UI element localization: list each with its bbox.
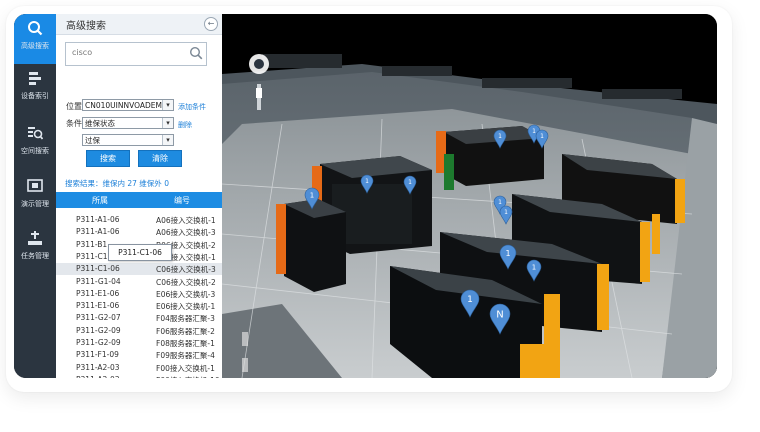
cell-code: F09服务器汇聚-4 xyxy=(156,351,215,361)
cell-code: F06服务器汇聚-2 xyxy=(156,326,215,336)
cell-owner: P311-E1-06 xyxy=(76,301,120,311)
column-header-code: 编号 xyxy=(174,196,190,205)
panel-title: 高级搜索 xyxy=(66,21,106,32)
presentation-icon xyxy=(27,179,43,192)
space-search-icon xyxy=(28,127,43,140)
rail-item-advanced-search[interactable]: 高级搜索 xyxy=(14,14,56,64)
pin-label: 1 xyxy=(498,133,502,140)
cell-owner: P311-G2-07 xyxy=(76,313,121,323)
search-button[interactable]: 搜索 xyxy=(86,150,130,167)
cell-owner: P311-A2-03 xyxy=(76,362,120,372)
search-input[interactable]: cisco xyxy=(65,42,207,66)
cell-owner: P311-A1-06 xyxy=(76,227,120,237)
search-icon xyxy=(28,21,43,36)
table-row[interactable]: P311-G2-09 F06服务器汇聚-2 xyxy=(56,325,222,337)
side-rail: 高级搜索 设备索引 空间搜索 演示管理 任务管理 xyxy=(14,14,56,378)
pin-label: 1 xyxy=(532,128,536,135)
table-row[interactable]: P311-A2-03 F00接入交换机-1 xyxy=(56,362,222,374)
cell-owner: P311-A2-03 xyxy=(76,375,120,378)
location-select-value: CN010UINNVOADEMO xyxy=(85,101,168,110)
status-select-value: 过保 xyxy=(85,136,100,145)
cell-code: E06接入交换机-3 xyxy=(156,289,216,299)
chevron-down-icon: ▾ xyxy=(162,135,173,145)
table-row[interactable]: P311-G2-07 F04服务器汇聚-3 xyxy=(56,312,222,324)
pin-label: 1 xyxy=(467,295,473,305)
app-window: 高级搜索 设备索引 空间搜索 演示管理 任务管理 高级搜索 ← cisco 位置 xyxy=(14,14,717,378)
cell-owner: P311-A1-06 xyxy=(76,215,120,224)
row-tooltip: P311-C1-06 xyxy=(108,244,172,261)
pin-label: 1 xyxy=(498,199,502,206)
search-icon[interactable] xyxy=(189,46,203,60)
column-header-owner: 所属 xyxy=(92,196,108,205)
table-row[interactable]: P311-E1-06 E06接入交换机-3 xyxy=(56,288,222,300)
condition-select-value: 维保状态 xyxy=(85,119,115,128)
clear-button[interactable]: 清除 xyxy=(138,150,182,167)
cell-code: E06接入交换机-1 xyxy=(156,302,216,312)
pin-label: 1 xyxy=(504,209,508,216)
rail-item-space-search[interactable]: 空间搜索 xyxy=(14,119,56,169)
cell-owner: P311-C1-06 xyxy=(76,264,120,274)
rail-item-label: 空间搜索 xyxy=(21,147,49,155)
results-table-header: 所属 编号 xyxy=(56,192,222,208)
delete-condition-link[interactable]: 删除 xyxy=(178,120,192,130)
rail-item-presentation[interactable]: 演示管理 xyxy=(14,172,56,222)
cell-owner: P311-C1 xyxy=(76,251,108,261)
cell-code: F00接入交换机-10 xyxy=(156,375,220,378)
pin-label: 1 xyxy=(365,178,369,185)
cell-code: A06接入交换机-3 xyxy=(156,228,216,238)
cell-code: A06接入交换机-1 xyxy=(156,216,216,225)
status-select[interactable]: 过保 ▾ xyxy=(82,134,174,146)
add-condition-link[interactable]: 添加条件 xyxy=(178,102,206,112)
advanced-search-panel: 高级搜索 ← cisco 位置 CN010UINNVOADEMO ▾ 添加条件 … xyxy=(56,14,223,378)
cell-code: F04服务器汇聚-3 xyxy=(156,314,215,324)
cell-owner: P311-B1 xyxy=(76,239,108,249)
search-input-value: cisco xyxy=(72,48,93,57)
arrow-left-icon: ← xyxy=(207,19,215,28)
cell-owner: P311-G2-09 xyxy=(76,338,121,347)
cell-code: C06接入交换机-3 xyxy=(156,265,216,275)
table-row[interactable]: P311-E1-06 E06接入交换机-1 xyxy=(56,300,222,312)
table-row[interactable]: P311-A2-03 F00接入交换机-10 xyxy=(56,374,222,378)
pin-label: 1 xyxy=(408,179,412,186)
table-row[interactable]: P311-A1-06 A06接入交换机-1 xyxy=(56,214,222,226)
cell-code: F00接入交换机-1 xyxy=(156,363,215,373)
cell-code: C06接入交换机-2 xyxy=(156,277,216,287)
collapse-panel-button[interactable]: ← xyxy=(204,17,218,31)
cell-owner: P311-F1-09 xyxy=(76,350,119,360)
pin-label: N xyxy=(496,310,503,321)
task-icon xyxy=(28,231,42,245)
table-row[interactable]: P311-A1-06 A06接入交换机-3 xyxy=(56,226,222,238)
rail-item-task[interactable]: 任务管理 xyxy=(14,224,56,274)
3d-datacenter-view[interactable]: 11111111111N xyxy=(222,14,717,378)
condition-select[interactable]: 维保状态 ▾ xyxy=(82,117,174,129)
3d-scene-canvas[interactable]: 11111111111N xyxy=(222,14,717,378)
pin-label: 1 xyxy=(532,263,536,271)
rail-item-label: 高级搜索 xyxy=(21,42,49,50)
table-row[interactable]: P311-C1-06 C06接入交换机-3 xyxy=(56,263,222,276)
pin-label: 1 xyxy=(505,249,510,258)
rail-item-label: 设备索引 xyxy=(21,92,49,100)
table-row[interactable]: P311-G2-09 F08服务器汇聚-1 xyxy=(56,337,222,349)
condition-label: 条件 xyxy=(66,119,82,128)
rail-item-device-index[interactable]: 设备索引 xyxy=(14,64,56,114)
device-index-icon xyxy=(29,72,41,85)
table-row[interactable]: P311-G1-04 C06接入交换机-2 xyxy=(56,276,222,288)
location-label: 位置 xyxy=(66,102,82,111)
cell-owner: P311-G2-09 xyxy=(76,325,121,335)
rail-item-label: 任务管理 xyxy=(21,252,49,260)
chevron-down-icon: ▾ xyxy=(162,100,173,110)
rail-item-label: 演示管理 xyxy=(21,200,49,208)
rack-green-marker xyxy=(444,154,454,190)
location-select[interactable]: CN010UINNVOADEMO ▾ xyxy=(82,99,174,111)
cell-owner: P311-G1-04 xyxy=(76,276,121,286)
panel-header: 高级搜索 ← xyxy=(56,14,222,35)
cell-code: F08服务器汇聚-1 xyxy=(156,339,215,348)
pin-label: 1 xyxy=(540,133,544,140)
result-summary: 搜索结果：维保内 27 维保外 0 xyxy=(65,179,169,188)
zoom-slider[interactable] xyxy=(256,88,262,98)
cell-owner: P311-E1-06 xyxy=(76,288,120,298)
chevron-down-icon: ▾ xyxy=(162,118,173,128)
table-row[interactable]: P311-F1-09 F09服务器汇聚-4 xyxy=(56,349,222,361)
pin-label: 1 xyxy=(310,191,314,199)
